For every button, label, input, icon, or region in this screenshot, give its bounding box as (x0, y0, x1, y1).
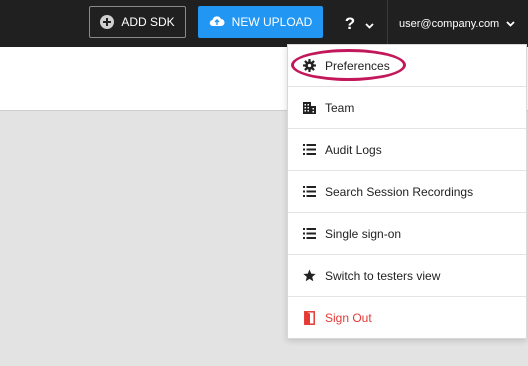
menu-item-audit-logs[interactable]: Audit Logs (288, 129, 526, 171)
plus-circle-icon (100, 15, 115, 29)
user-menu-button[interactable]: user@company.com (389, 0, 528, 47)
add-sdk-button[interactable]: ADD SDK (89, 6, 186, 38)
chevron-down-icon (506, 18, 515, 30)
new-upload-label: NEW UPLOAD (231, 15, 313, 29)
menu-item-search-session-recordings[interactable]: Search Session Recordings (288, 171, 526, 213)
menu-item-team[interactable]: Team (288, 87, 526, 129)
chevron-down-icon (365, 14, 374, 34)
gear-icon (302, 59, 316, 73)
building-icon (302, 101, 316, 115)
help-menu-button[interactable]: ? (332, 0, 388, 47)
menu-item-label: Preferences (325, 58, 390, 73)
list-icon (302, 185, 316, 199)
menu-item-single-sign-on[interactable]: Single sign-on (288, 213, 526, 255)
menu-item-label: Audit Logs (325, 142, 382, 157)
menu-item-label: Single sign-on (325, 226, 402, 241)
user-email: user@company.com (399, 17, 500, 30)
cloud-upload-icon (209, 15, 225, 30)
user-dropdown-menu: Preferences Team Audit Logs Search Sessi… (287, 44, 527, 339)
menu-item-label: Sign Out (325, 311, 372, 325)
new-upload-button[interactable]: NEW UPLOAD (198, 6, 323, 38)
help-label: ? (344, 13, 356, 33)
add-sdk-label: ADD SDK (121, 15, 175, 29)
menu-item-switch-to-testers-view[interactable]: Switch to testers view (288, 255, 526, 297)
menu-item-label: Switch to testers view (325, 268, 441, 283)
menu-item-sign-out[interactable]: Sign Out (288, 297, 526, 339)
star-icon (302, 269, 316, 283)
menu-item-label: Search Session Recordings (325, 184, 474, 199)
door-icon (302, 311, 316, 325)
menu-item-label: Team (325, 100, 355, 115)
list-icon (302, 227, 316, 241)
top-bar: ADD SDK NEW UPLOAD ? user@company.com (0, 0, 528, 47)
menu-item-preferences[interactable]: Preferences (288, 45, 526, 87)
list-icon (302, 143, 316, 157)
